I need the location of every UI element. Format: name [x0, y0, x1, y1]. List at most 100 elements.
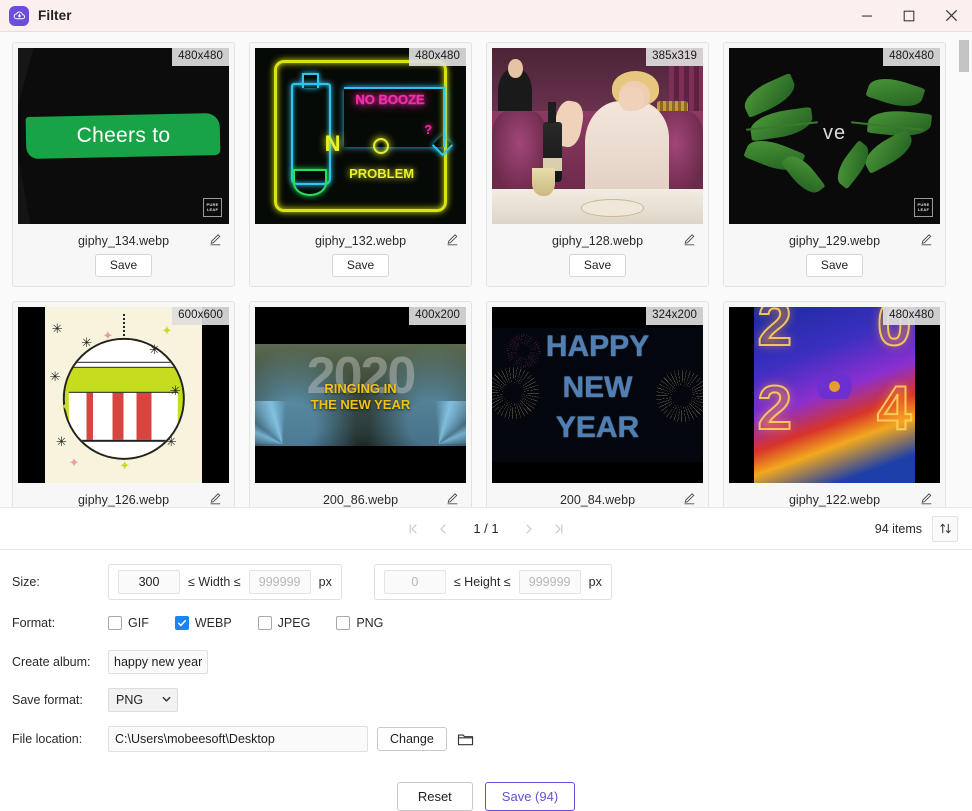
grid-scrollbar[interactable]: [959, 32, 969, 507]
thumbnail[interactable]: 2 0 2 4 480x480: [729, 307, 940, 483]
card-meta: giphy_132.webp: [255, 224, 466, 254]
card-meta: giphy_122.webp: [729, 483, 940, 507]
thumbnail[interactable]: 2020 RINGING IN THE NEW YEAR 400x200: [255, 307, 466, 483]
image-card[interactable]: 2020 RINGING IN THE NEW YEAR 400x200 200…: [249, 301, 472, 507]
format-label: Format:: [12, 616, 56, 630]
last-page-icon[interactable]: [551, 520, 567, 538]
thumbnail-grid-area[interactable]: Cheers to PURE LEAF 480x480 giphy_134.web…: [0, 32, 972, 508]
first-page-icon[interactable]: [405, 520, 421, 538]
file-name: 200_86.webp: [322, 493, 399, 507]
format-filter-row: Format: GIF WEBP JPEG PNG: [0, 616, 972, 630]
thumbnail[interactable]: Cheers to PURE LEAF 480x480: [18, 48, 229, 224]
dimension-badge: 324x200: [646, 307, 703, 325]
dimension-badge: 480x480: [883, 48, 940, 66]
file-name: giphy_128.webp: [551, 234, 644, 248]
sort-updown-icon[interactable]: [932, 515, 958, 542]
card-meta: giphy_134.webp: [18, 224, 229, 254]
format-checkbox-png[interactable]: PNG: [336, 616, 383, 630]
format-checkbox-gif[interactable]: GIF: [108, 616, 149, 630]
size-filter-row: Size: ≤ Width ≤ px ≤ Height ≤ px: [0, 564, 972, 600]
size-label: Size:: [12, 575, 40, 589]
pencil-icon[interactable]: [207, 490, 223, 506]
card-save-button[interactable]: Save: [94, 254, 153, 277]
file-name: giphy_129.webp: [788, 234, 881, 248]
pencil-icon[interactable]: [207, 231, 223, 247]
neon-text-question: ?: [424, 121, 433, 137]
image-card[interactable]: HAPPY NEW YEAR 324x200 200_84.webp: [486, 301, 709, 507]
dimension-badge: 600x600: [172, 307, 229, 325]
card-meta: 200_84.webp: [492, 483, 703, 507]
grid-scrollbar-thumb[interactable]: [959, 40, 969, 72]
width-min-input[interactable]: [118, 570, 180, 594]
save-format-row: Save format: PNG: [0, 688, 972, 712]
thumbnail[interactable]: 385x319: [492, 48, 703, 224]
thumbnail-art-2020: 2020 RINGING IN THE NEW YEAR: [255, 307, 466, 483]
checkbox-box-webp[interactable]: [174, 616, 189, 630]
format-checkbox-webp[interactable]: WEBP: [174, 616, 232, 630]
window-title: Filter: [38, 8, 72, 23]
image-card[interactable]: 2 0 2 4 480x480 giphy_122.webp: [723, 301, 946, 507]
format-checkbox-jpeg[interactable]: JPEG: [257, 616, 310, 630]
save-format-select-wrap[interactable]: PNG: [108, 688, 178, 712]
height-range-label: ≤ Height ≤: [453, 575, 511, 589]
thumbnail[interactable]: ve PURE LEAF 480x480: [729, 48, 940, 224]
art-digit-4: 4: [876, 374, 913, 444]
card-meta: giphy_126.webp: [18, 483, 229, 507]
minimize-icon[interactable]: [846, 0, 888, 32]
thumbnail-art-leaves: ve PURE LEAF: [729, 48, 940, 224]
page-indicator: 1 / 1: [473, 521, 499, 536]
change-location-button[interactable]: Change: [377, 727, 447, 751]
thumbnail[interactable]: NO BOOZE ? N PROBLEM 480x480: [255, 48, 466, 224]
pencil-icon[interactable]: [681, 231, 697, 247]
neon-text-no: N: [324, 130, 342, 156]
art-line-3: YEAR: [555, 410, 640, 444]
thumbnail[interactable]: HAPPY NEW YEAR 324x200: [492, 307, 703, 483]
create-album-input[interactable]: [108, 650, 208, 674]
prev-page-icon[interactable]: [435, 520, 451, 538]
checkbox-label-webp: WEBP: [194, 616, 232, 630]
save-all-button[interactable]: Save (94): [484, 782, 576, 811]
reset-button[interactable]: Reset: [396, 782, 473, 811]
pencil-icon[interactable]: [444, 490, 460, 506]
pencil-icon[interactable]: [681, 490, 697, 506]
height-max-input[interactable]: [518, 570, 581, 594]
checkbox-box-gif[interactable]: [108, 616, 122, 630]
file-location-input[interactable]: [108, 726, 368, 752]
save-format-select[interactable]: PNG: [108, 688, 178, 712]
dimension-badge: 480x480: [883, 307, 940, 325]
card-save-button[interactable]: Save: [568, 254, 627, 277]
checkbox-label-png: PNG: [356, 616, 384, 630]
dimension-badge: 400x200: [409, 307, 466, 325]
thumbnail-art-2024: 2 0 2 4: [729, 307, 940, 483]
neon-text-problem: PROBLEM: [349, 165, 415, 181]
checkbox-label-gif: GIF: [128, 616, 149, 630]
width-max-input[interactable]: [248, 570, 311, 594]
checkbox-box-png[interactable]: [336, 616, 351, 630]
checkbox-box-jpeg[interactable]: [257, 616, 272, 630]
image-card[interactable]: ve PURE LEAF 480x480 giphy_129.webp Save: [723, 42, 946, 287]
pure-leaf-watermark-icon: PURE LEAF: [203, 198, 222, 217]
thumbnail[interactable]: ✳ ✳ ✦ ✳ ✳ ✳ ✦ ✳ ✳ ✦ ✦ ✦ 600x600: [18, 307, 229, 483]
pencil-icon[interactable]: [918, 490, 934, 506]
thumbnail-grid: Cheers to PURE LEAF 480x480 giphy_134.web…: [0, 32, 972, 507]
image-card[interactable]: Cheers to PURE LEAF 480x480 giphy_134.web…: [12, 42, 235, 287]
file-name: giphy_134.webp: [77, 234, 170, 248]
file-name: 200_84.webp: [559, 493, 636, 507]
pencil-icon[interactable]: [918, 231, 934, 247]
height-unit: px: [588, 575, 602, 589]
card-save-button[interactable]: Save: [805, 254, 864, 277]
image-card[interactable]: ✳ ✳ ✦ ✳ ✳ ✳ ✦ ✳ ✳ ✦ ✦ ✦ 600x600 giphy_12…: [12, 301, 235, 507]
image-card[interactable]: 385x319 giphy_128.webp Save: [486, 42, 709, 287]
height-range-group: ≤ Height ≤ px: [373, 564, 612, 600]
next-page-icon[interactable]: [521, 520, 537, 538]
folder-icon[interactable]: [457, 732, 474, 747]
image-card[interactable]: NO BOOZE ? N PROBLEM 480x480 giphy_132.w…: [249, 42, 472, 287]
file-name: giphy_132.webp: [314, 234, 407, 248]
save-format-label: Save format:: [12, 693, 83, 707]
title-bar: Filter: [0, 0, 972, 32]
maximize-icon[interactable]: [888, 0, 930, 32]
close-icon[interactable]: [930, 0, 972, 32]
pencil-icon[interactable]: [444, 231, 460, 247]
height-min-input[interactable]: [383, 570, 446, 594]
card-save-button[interactable]: Save: [331, 254, 390, 277]
